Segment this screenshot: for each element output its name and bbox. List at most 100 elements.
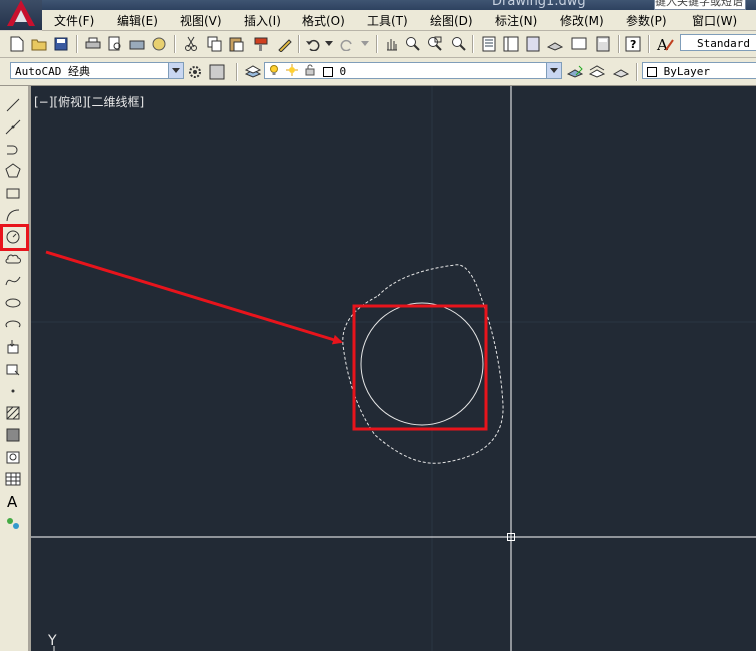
text-style-combo[interactable]: Standard xyxy=(680,34,756,51)
point-icon[interactable] xyxy=(4,382,22,400)
menu-draw[interactable]: 绘图(D) xyxy=(430,12,473,29)
properties-icon[interactable] xyxy=(480,35,498,53)
spline-icon[interactable] xyxy=(4,272,22,290)
help-icon[interactable]: ? xyxy=(624,35,642,53)
polygon-icon[interactable] xyxy=(4,162,22,180)
color-value: ByLayer xyxy=(663,65,710,78)
ellipse-arc-icon[interactable] xyxy=(4,316,22,334)
svg-text:?: ? xyxy=(630,38,636,51)
markup-icon[interactable] xyxy=(570,35,588,53)
redo-dropdown-icon[interactable] xyxy=(356,35,374,53)
hatch-icon[interactable] xyxy=(4,404,22,422)
new-file-icon[interactable] xyxy=(8,35,26,53)
separator xyxy=(636,63,638,81)
drawing-canvas[interactable]: [−][俯视][二维线框] xyxy=(31,86,756,651)
search-input[interactable]: 键入关键字或短语 xyxy=(654,0,746,10)
zoom-window-icon[interactable] xyxy=(426,35,444,53)
separator xyxy=(298,35,300,53)
line-icon[interactable] xyxy=(4,96,22,114)
layer-properties-icon[interactable] xyxy=(244,63,262,81)
zoom-previous-icon[interactable] xyxy=(450,35,468,53)
save-icon[interactable] xyxy=(52,35,70,53)
separator xyxy=(76,35,78,53)
mtext-icon[interactable]: A xyxy=(4,492,22,510)
text-style-icon[interactable]: A xyxy=(656,35,674,53)
add-selected-icon[interactable] xyxy=(4,514,22,532)
layer-on-icon xyxy=(269,64,279,81)
layers-toolbar: AutoCAD 经典 0 ByLayer xyxy=(0,58,756,86)
make-block-icon[interactable] xyxy=(4,360,22,378)
print-icon[interactable] xyxy=(84,35,102,53)
app-menu-button[interactable] xyxy=(0,0,42,30)
circle-tool-highlight xyxy=(0,224,29,251)
menu-format[interactable]: 格式(O) xyxy=(302,12,345,29)
menu-tools[interactable]: 工具(T) xyxy=(367,12,408,29)
paste-icon[interactable] xyxy=(228,35,246,53)
rectangle-icon[interactable] xyxy=(4,184,22,202)
viewport-label[interactable]: [−][俯视][二维线框] xyxy=(34,93,144,110)
polyline-icon[interactable] xyxy=(4,140,22,158)
separator xyxy=(472,35,474,53)
redo-icon[interactable] xyxy=(338,35,356,53)
menu-view[interactable]: 视图(V) xyxy=(180,12,222,29)
layer-color-swatch xyxy=(322,67,333,77)
zoom-realtime-icon[interactable] xyxy=(404,35,422,53)
print-preview-icon[interactable] xyxy=(106,35,124,53)
text-style-value: Standard xyxy=(697,37,750,50)
menu-modify[interactable]: 修改(M) xyxy=(560,12,604,29)
layer-select[interactable]: 0 xyxy=(264,62,562,79)
block-editor-icon[interactable] xyxy=(276,35,294,53)
layer-previous-icon[interactable] xyxy=(588,63,606,81)
copy-icon[interactable] xyxy=(206,35,224,53)
workspace-select[interactable]: AutoCAD 经典 xyxy=(10,62,184,79)
color-swatch xyxy=(647,67,657,77)
separator xyxy=(648,35,650,53)
autocad-logo-icon xyxy=(7,0,35,26)
make-current-layer-icon[interactable] xyxy=(566,63,584,81)
undo-dropdown-icon[interactable] xyxy=(320,35,338,53)
menu-bar: 文件(F) 编辑(E) 视图(V) 插入(I) 格式(O) 工具(T) 绘图(D… xyxy=(42,10,756,31)
chevron-down-icon[interactable] xyxy=(546,63,561,78)
insert-block-icon[interactable] xyxy=(4,338,22,356)
title-bar: Drawing1.dwg 键入关键字或短语 xyxy=(0,0,756,10)
region-icon[interactable] xyxy=(4,448,22,466)
xline-icon[interactable] xyxy=(4,118,22,136)
publish-icon[interactable] xyxy=(128,35,146,53)
open-file-icon[interactable] xyxy=(30,35,48,53)
menu-file[interactable]: 文件(F) xyxy=(54,12,94,29)
layer-thaw-icon xyxy=(285,63,298,81)
draw-toolbar: A xyxy=(0,86,29,651)
separator xyxy=(618,35,620,53)
sheet-set-icon[interactable] xyxy=(546,35,564,53)
standard-toolbar: ? A Standard xyxy=(0,31,756,58)
chevron-down-icon[interactable] xyxy=(168,63,183,78)
gradient-icon[interactable] xyxy=(4,426,22,444)
revcloud-icon[interactable] xyxy=(4,250,22,268)
arc-icon[interactable] xyxy=(4,206,22,224)
separator xyxy=(174,35,176,53)
menu-insert[interactable]: 插入(I) xyxy=(244,12,281,29)
menu-window[interactable]: 窗口(W) xyxy=(692,12,737,29)
3d-dwf-icon[interactable] xyxy=(150,35,168,53)
cut-icon[interactable] xyxy=(182,35,200,53)
tool-palettes-icon[interactable] xyxy=(524,35,542,53)
menu-dimension[interactable]: 标注(N) xyxy=(495,12,537,29)
color-select[interactable]: ByLayer xyxy=(642,62,756,79)
layer-name: 0 xyxy=(339,65,347,78)
layer-lock-icon xyxy=(304,64,316,81)
match-properties-icon[interactable] xyxy=(252,35,270,53)
separator xyxy=(236,63,238,81)
calculator-icon[interactable] xyxy=(594,35,612,53)
workspace-value: AutoCAD 经典 xyxy=(15,65,90,78)
ellipse-icon[interactable] xyxy=(4,294,22,312)
layer-state-icon[interactable] xyxy=(612,63,630,81)
table-icon[interactable] xyxy=(4,470,22,488)
menu-edit[interactable]: 编辑(E) xyxy=(117,12,158,29)
svg-text:A: A xyxy=(7,493,18,509)
workspace-save-icon[interactable] xyxy=(208,63,226,81)
menu-parameters[interactable]: 参数(P) xyxy=(626,12,667,29)
workspace-settings-icon[interactable] xyxy=(186,63,204,81)
file-title: Drawing1.dwg xyxy=(492,0,586,9)
pan-icon[interactable] xyxy=(382,35,400,53)
design-center-icon[interactable] xyxy=(502,35,520,53)
